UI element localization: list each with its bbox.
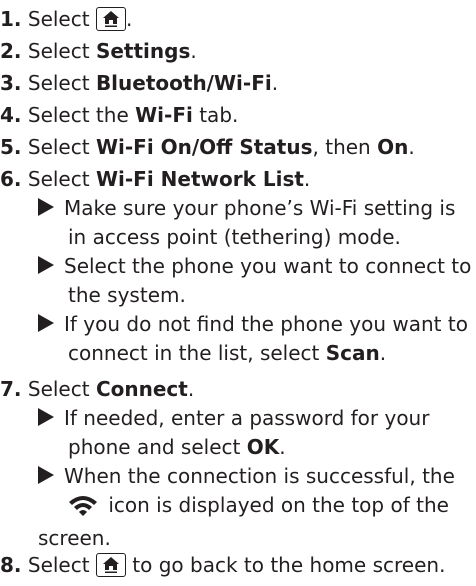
note-line: connect in the list, select Scan. bbox=[38, 339, 471, 368]
step-keyword: Connect bbox=[95, 377, 188, 401]
step-7-notes: If needed, enter a password for your pho… bbox=[38, 404, 455, 553]
triangle-bullet-icon bbox=[38, 256, 54, 274]
step-keyword: Wi-Fi bbox=[135, 103, 193, 127]
note-text: Make sure your phone’s Wi-Fi setting is bbox=[64, 196, 456, 220]
step-text: Select bbox=[27, 377, 96, 401]
step-6-notes: Make sure your phone’s Wi-Fi setting is … bbox=[38, 194, 471, 368]
note-text: screen. bbox=[38, 526, 111, 550]
step-number: 2. bbox=[0, 39, 22, 63]
instruction-page: 1. Select . 2. Select Settings. 3. Selec… bbox=[0, 0, 476, 586]
step-text: Select bbox=[27, 167, 96, 191]
wifi-icon bbox=[68, 494, 98, 524]
note-text: connect in the list, select bbox=[68, 341, 326, 365]
step-number: 8. bbox=[0, 553, 22, 577]
triangle-bullet-icon bbox=[38, 198, 54, 216]
step-keyword: Wi-Fi On/Off Status bbox=[95, 135, 313, 159]
home-icon bbox=[95, 553, 126, 577]
step-keyword: Bluetooth/Wi-Fi bbox=[95, 71, 272, 95]
note-line: Select the phone you want to connect to bbox=[38, 252, 471, 281]
step-number: 3. bbox=[0, 71, 22, 95]
step-text-end: . bbox=[125, 7, 133, 31]
note-text: If needed, enter a password for your bbox=[64, 406, 430, 430]
note-text: icon is displayed on the top of the bbox=[102, 493, 449, 517]
note-text-end: . bbox=[279, 435, 286, 459]
step-number: 5. bbox=[0, 135, 22, 159]
note-line: If needed, enter a password for your bbox=[38, 404, 455, 433]
note-line: If you do not find the phone you want to bbox=[38, 310, 471, 339]
triangle-bullet-icon bbox=[38, 314, 54, 332]
note-keyword: Scan bbox=[325, 341, 380, 365]
note-text: If you do not find the phone you want to bbox=[64, 312, 468, 336]
note-line: When the connection is successful, the bbox=[38, 462, 455, 491]
step-text: Select bbox=[27, 71, 96, 95]
note-text: When the connection is successful, the bbox=[64, 464, 455, 488]
step-1: 1. Select . bbox=[0, 6, 132, 32]
step-text-end: . bbox=[271, 71, 279, 95]
step-text: Select bbox=[27, 39, 96, 63]
step-7: 7. Select Connect. bbox=[0, 376, 194, 402]
note-keyword: OK bbox=[246, 435, 280, 459]
step-text: Select bbox=[27, 553, 96, 577]
note-text: Select the phone you want to connect to bbox=[64, 254, 472, 278]
note-text: the system. bbox=[68, 283, 186, 307]
note-line: phone and select OK. bbox=[38, 433, 455, 462]
step-number: 7. bbox=[0, 377, 22, 401]
step-text-mid: , then bbox=[312, 135, 378, 159]
step-3: 3. Select Bluetooth/Wi-Fi. bbox=[0, 70, 278, 96]
step-text-end: . bbox=[408, 135, 415, 159]
step-8: 8. Select to go back to the home screen. bbox=[0, 552, 445, 578]
step-number: 6. bbox=[0, 167, 22, 191]
step-text: Select bbox=[27, 135, 96, 159]
triangle-bullet-icon bbox=[38, 466, 54, 484]
step-text-end: . bbox=[190, 39, 197, 63]
step-5: 5. Select Wi-Fi On/Off Status, then On. bbox=[0, 134, 415, 160]
home-icon bbox=[95, 7, 126, 31]
note-line: icon is displayed on the top of the bbox=[38, 491, 455, 524]
step-text: Select bbox=[27, 7, 96, 31]
step-text-end: . bbox=[187, 377, 195, 401]
step-number: 1. bbox=[0, 7, 22, 31]
note-line: Make sure your phone’s Wi-Fi setting is bbox=[38, 194, 471, 223]
step-6: 6. Select Wi-Fi Network List. bbox=[0, 166, 310, 192]
step-keyword-2: On bbox=[377, 135, 409, 159]
step-4: 4. Select the Wi-Fi tab. bbox=[0, 102, 238, 128]
step-text-end: . bbox=[303, 167, 311, 191]
note-text-end: . bbox=[379, 341, 387, 365]
step-number: 4. bbox=[0, 103, 22, 127]
step-2: 2. Select Settings. bbox=[0, 38, 197, 64]
triangle-bullet-icon bbox=[38, 408, 54, 426]
step-text: Select the bbox=[27, 103, 136, 127]
note-text: in access point (tethering) mode. bbox=[68, 225, 401, 249]
step-text-end: tab. bbox=[192, 103, 239, 127]
note-text: phone and select bbox=[68, 435, 247, 459]
step-keyword: Settings bbox=[95, 39, 191, 63]
step-keyword: Wi-Fi Network List bbox=[95, 167, 304, 191]
step-text-end: to go back to the home screen. bbox=[125, 553, 446, 577]
